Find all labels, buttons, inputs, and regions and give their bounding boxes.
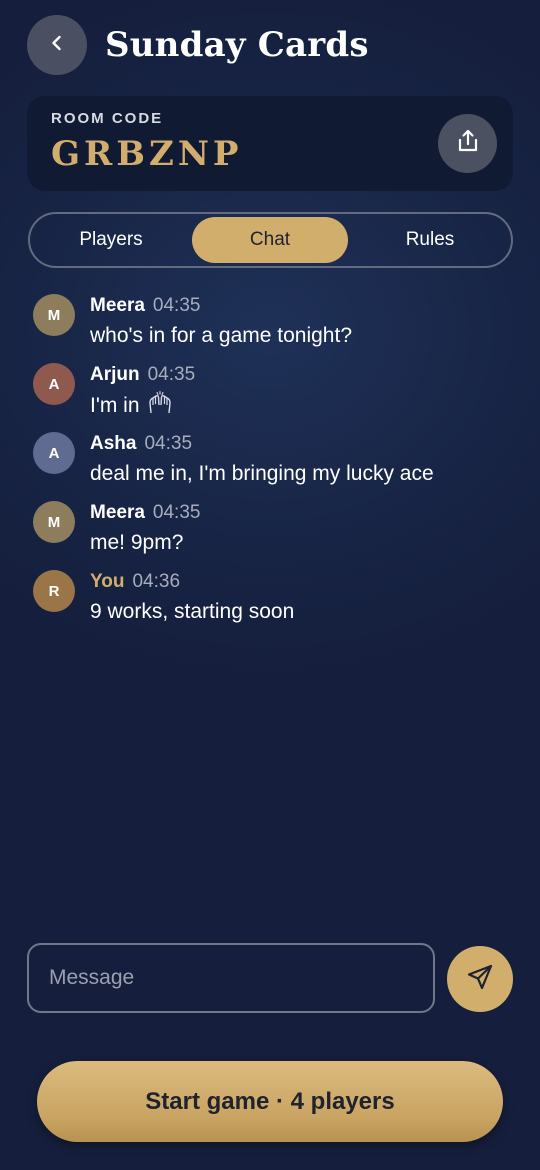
raised-hands-icon <box>147 390 173 423</box>
header: Sunday Cards <box>0 0 540 92</box>
message-text: deal me in, I'm bringing my lucky ace <box>90 462 434 485</box>
message-text: I'm in <box>90 394 140 417</box>
tab-players[interactable]: Players <box>33 217 189 263</box>
tab-chat[interactable]: Chat <box>192 217 348 263</box>
chat-message: M Meera 04:35 me! 9pm? <box>0 497 540 561</box>
message-sender: Arjun <box>90 364 140 385</box>
message-sender: You <box>90 571 125 592</box>
back-button[interactable] <box>27 15 87 75</box>
avatar: A <box>33 432 75 474</box>
avatar: M <box>33 294 75 336</box>
message-text: 9 works, starting soon <box>90 600 295 623</box>
room-code-label: ROOM CODE <box>51 110 164 127</box>
message-time: 04:35 <box>152 295 201 316</box>
room-code-card: ROOM CODE GRBZNP <box>27 96 513 191</box>
send-button[interactable] <box>447 946 513 1012</box>
message-sender: Meera <box>90 502 145 523</box>
message-time: 04:35 <box>152 502 201 523</box>
tab-rules[interactable]: Rules <box>352 217 508 263</box>
send-icon <box>466 963 494 996</box>
tab-bar: Players Chat Rules <box>28 212 513 268</box>
message-input[interactable] <box>27 943 435 1013</box>
share-icon <box>455 128 481 159</box>
message-text: me! 9pm? <box>90 531 184 554</box>
message-time: 04:35 <box>147 364 196 385</box>
message-sender: Meera <box>90 295 145 316</box>
avatar: R <box>33 570 75 612</box>
avatar: M <box>33 501 75 543</box>
chat-message: A Arjun 04:35 I'm in <box>0 359 540 423</box>
room-code-value: GRBZNP <box>51 134 243 174</box>
message-time: 04:36 <box>132 571 181 592</box>
message-time: 04:35 <box>144 433 193 454</box>
chat-message: A Asha 04:35 deal me in, I'm bringing my … <box>0 428 540 492</box>
share-button[interactable] <box>438 114 497 173</box>
page-title: Sunday Cards <box>105 25 369 65</box>
avatar: A <box>33 363 75 405</box>
start-game-button[interactable]: Start game · 4 players <box>37 1061 503 1142</box>
message-text: who's in for a game tonight? <box>90 324 352 347</box>
chevron-left-icon <box>47 33 67 58</box>
message-sender: Asha <box>90 433 137 454</box>
chat-message: M Meera 04:35 who's in for a game tonight… <box>0 290 540 354</box>
chat-message: R You 04:36 9 works, starting soon <box>0 566 540 630</box>
